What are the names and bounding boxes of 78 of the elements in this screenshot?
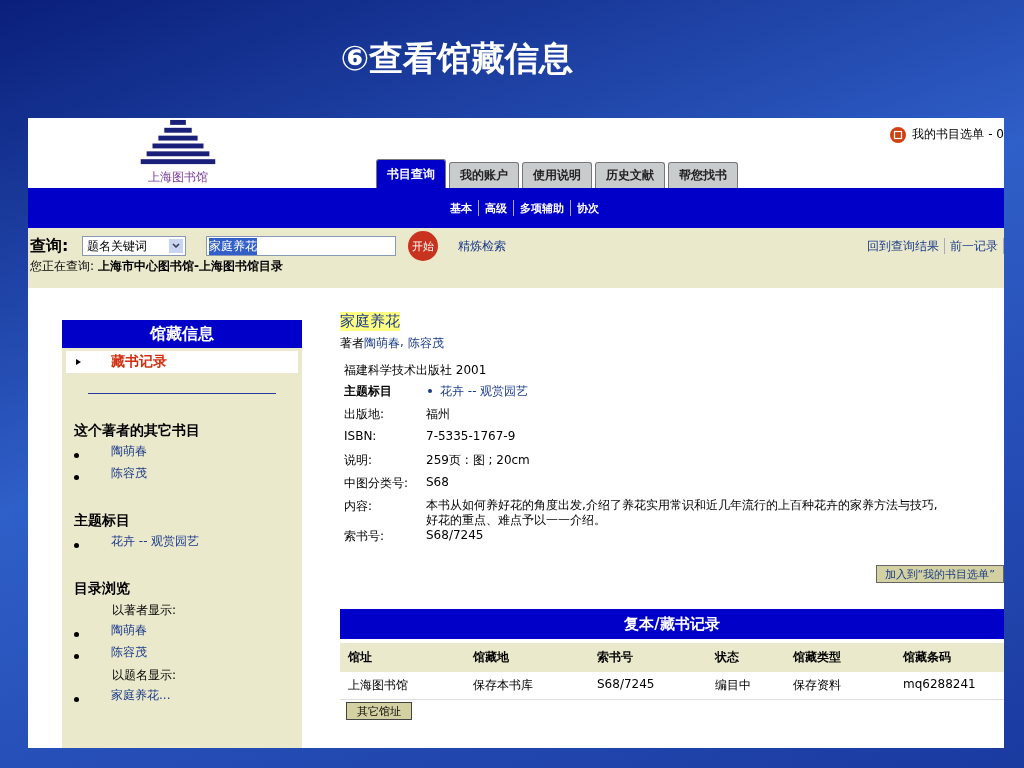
field-label: ISBN: <box>344 429 378 445</box>
bullet-icon <box>74 542 79 548</box>
field-label: 主题标目 <box>344 383 393 400</box>
sidebar-link[interactable]: 陶萌春 <box>111 621 147 639</box>
sidebar-link[interactable]: 陈容茂 <box>111 464 147 482</box>
bullet-icon <box>74 452 79 458</box>
field-value: 259页 : 图 ; 20cm <box>426 452 530 469</box>
search-mode-link[interactable]: 协次 <box>577 200 599 216</box>
logo-text: 上海图书馆 <box>148 169 208 186</box>
sidebar-title: 馆藏信息 <box>62 320 302 348</box>
group-label: 以著者显示: <box>112 602 178 619</box>
triangle-icon <box>76 359 81 365</box>
publisher-text: 福建科学技术出版社 2001 <box>344 362 488 379</box>
holdings-title: 复本/藏书记录 <box>340 609 1004 639</box>
add-to-list-button[interactable]: 加入到“我的书目选单” <box>875 565 1004 583</box>
sidebar-link[interactable]: 花卉 -- 观赏园艺 <box>111 532 200 550</box>
search-scope: 您正在查询: 上海市中心图书馆-上海图书馆目录 <box>30 258 284 275</box>
section-heading: 这个著者的其它书目 <box>74 422 201 440</box>
list-icon <box>890 126 907 143</box>
search-mode-link[interactable]: 高级 <box>485 200 507 216</box>
bullet-icon <box>74 631 79 637</box>
record-title: 家庭养花 <box>340 312 400 331</box>
field-label: 说明: <box>344 452 374 469</box>
caret-icon <box>169 239 184 253</box>
column-header: 索书号 <box>589 643 707 672</box>
field-value: 福州 <box>426 406 450 423</box>
bullet-icon <box>74 696 79 702</box>
group-label: 以题名显示: <box>112 667 178 684</box>
sidebar-link[interactable]: 家庭养花... <box>111 686 171 704</box>
field-label: 内容: <box>344 498 374 515</box>
section-heading: 主题标目 <box>74 512 131 530</box>
nav-tab[interactable]: 使用说明 <box>522 162 592 188</box>
record-nav-link[interactable]: 回到查询结果 <box>867 237 939 255</box>
table-cell: 编目中 <box>707 672 785 700</box>
nav-tab[interactable]: 书目查询 <box>376 159 446 188</box>
sidebar-item[interactable]: 藏书记录 <box>66 351 298 373</box>
booklist-link[interactable]: 我的书目选单 - 0 <box>912 126 1004 143</box>
author-label: 著者 <box>340 335 364 352</box>
table-cell: mq6288241 <box>895 672 1004 700</box>
field-label: 出版地: <box>344 406 386 423</box>
slide-title: ⑥查看馆藏信息 <box>339 37 575 80</box>
table-cell: 保存资料 <box>785 672 895 700</box>
start-button[interactable]: 开始 <box>408 231 439 261</box>
refine-link[interactable]: 精炼检索 <box>458 237 507 255</box>
bullet-icon <box>74 653 79 659</box>
other-branch-button[interactable]: 其它馆址 <box>346 702 412 720</box>
record-nav-link[interactable]: 前一记录 <box>950 237 998 255</box>
column-header: 馆藏条码 <box>895 643 1004 672</box>
section-heading: 目录浏览 <box>74 580 131 598</box>
nav-tab[interactable]: 历史文献 <box>595 162 665 188</box>
field-label: 索书号: <box>344 528 386 545</box>
column-header: 馆藏地 <box>465 643 589 672</box>
sidebar-link[interactable]: 陶萌春 <box>111 442 147 460</box>
field-select[interactable]: 题名关键词 <box>82 236 187 256</box>
sidebar-link[interactable]: 陈容茂 <box>111 643 147 661</box>
bullet-icon <box>74 474 79 480</box>
search-field[interactable]: 家庭养花 <box>206 236 397 256</box>
comma: , <box>400 335 405 351</box>
table-cell: 上海图书馆 <box>340 672 465 700</box>
column-header: 馆藏类型 <box>785 643 895 672</box>
author-link[interactable]: 陈容茂 <box>407 335 444 352</box>
query-label: 查询: <box>30 235 69 257</box>
table-cell: 保存本书库 <box>465 672 589 700</box>
bullet-icon <box>428 389 432 393</box>
column-header: 状态 <box>707 643 785 672</box>
column-header: 馆址 <box>340 643 465 672</box>
field-value: S68 <box>426 475 449 491</box>
nav-tab[interactable]: 我的账户 <box>449 162 519 188</box>
search-mode-link[interactable]: 基本 <box>450 200 472 216</box>
content-summary: 本书从如何养好花的角度出发,介绍了养花实用常识和近几年流行的上百种花卉的家养方法与技巧, 好花的重点、难点予以一一介绍。 <box>426 498 938 528</box>
field-value: S68/7245 <box>426 528 484 544</box>
author-link[interactable]: 陶萌春 <box>364 335 400 352</box>
table-cell: S68/7245 <box>589 672 707 700</box>
search-mode-link[interactable]: 多项辅助 <box>520 200 564 216</box>
subject-link[interactable]: 花卉 -- 观赏园艺 <box>440 384 529 398</box>
field-value: 7-5335-1767-9 <box>426 429 516 445</box>
nav-tab[interactable]: 帮您找书 <box>668 162 738 188</box>
field-label: 中图分类号: <box>344 475 410 492</box>
